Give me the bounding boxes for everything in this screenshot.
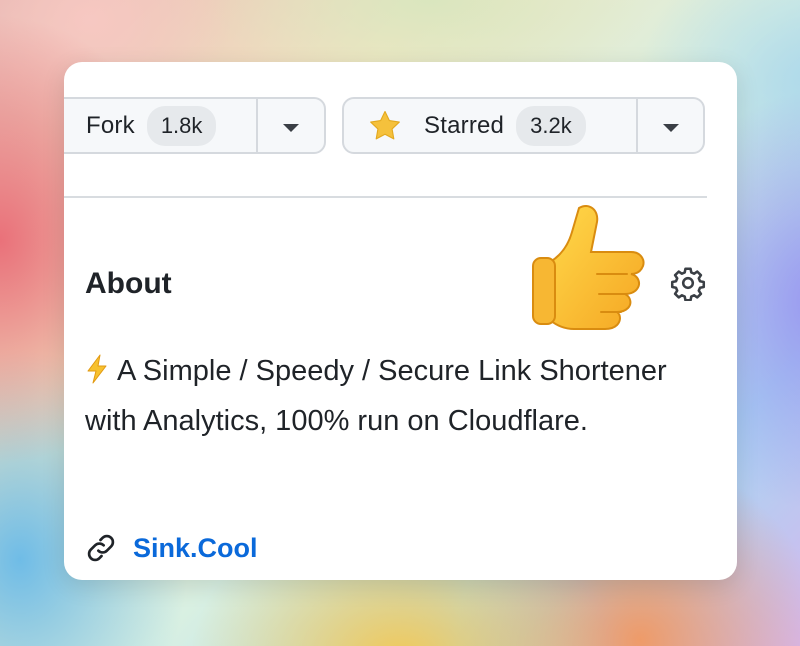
star-count: 3.2k (516, 105, 586, 146)
fork-count: 1.8k (146, 105, 217, 146)
thumbs-up-icon (519, 200, 659, 340)
fork-dropdown-button[interactable] (256, 99, 324, 152)
star-icon (368, 109, 402, 143)
star-dropdown-button[interactable] (636, 99, 703, 152)
website-link-row: Sink.Cool (85, 532, 258, 564)
website-link[interactable]: Sink.Cool (133, 533, 258, 564)
repo-description: A Simple / Speedy / Secure Link Shortene… (85, 346, 685, 446)
description-text: A Simple / Speedy / Secure Link Shortene… (85, 355, 667, 437)
star-label: Starred (424, 111, 505, 139)
lightning-bolt-icon (85, 350, 109, 384)
link-icon (85, 532, 117, 564)
fork-label: Fork (86, 111, 135, 139)
section-divider (64, 196, 707, 198)
chevron-down-icon (662, 123, 679, 132)
star-button[interactable]: Starred 3.2k (344, 99, 636, 152)
repo-sidebar-card: Fork 1.8k Starred 3.2k About A Simple / … (64, 62, 737, 580)
star-button-group: Starred 3.2k (342, 97, 705, 154)
fork-button-group: Fork 1.8k (64, 97, 326, 154)
chevron-down-icon (283, 123, 299, 132)
gear-icon[interactable] (670, 265, 706, 302)
fork-button[interactable]: Fork 1.8k (64, 99, 256, 152)
about-heading: About (85, 267, 172, 300)
